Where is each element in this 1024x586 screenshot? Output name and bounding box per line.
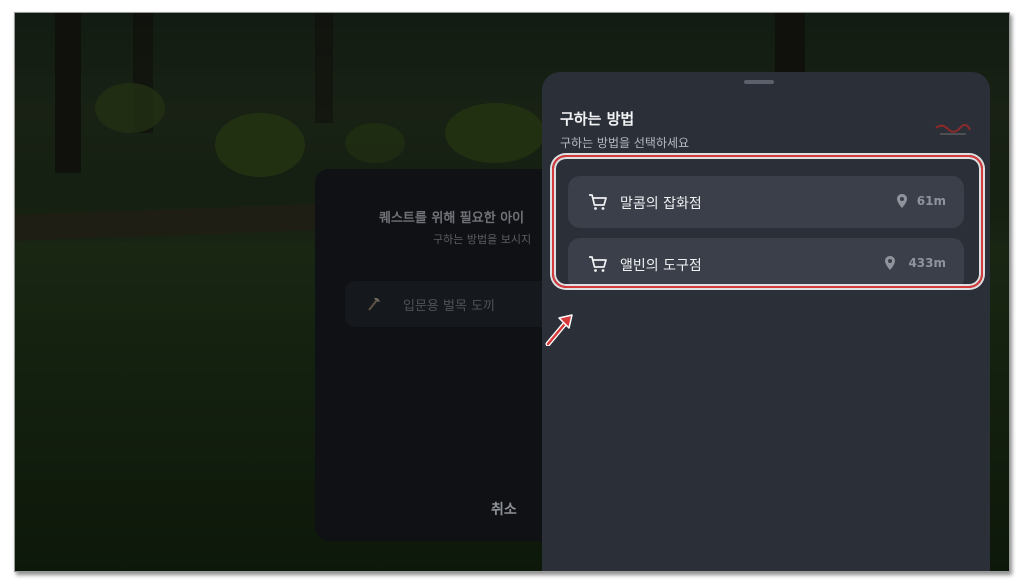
required-item-label: 입문용 벌목 도끼 [403,299,495,314]
cancel-button[interactable]: 취소 [491,499,517,519]
sheet-title: 구하는 방법 [560,110,635,128]
sheet-subtitle: 구하는 방법을 선택하세요 [560,136,690,150]
acquire-method-sheet: 구하는 방법 구하는 방법을 선택하세요 말콤의 잡화점 61m 앨빈의 도구점… [542,72,990,571]
watermark-logo [935,124,971,135]
axe-icon [368,297,380,311]
screenshot-frame: 퀘스트를 위해 필요한 아이 구하는 방법을 보시지 입문용 벌목 도끼 취소 … [14,12,1010,572]
drag-handle[interactable] [744,80,774,84]
annotation-highlight-box [552,155,983,288]
annotation-arrow-icon [545,314,573,346]
quest-requirement-dialog: 퀘스트를 위해 필요한 아이 구하는 방법을 보시지 입문용 벌목 도끼 취소 [315,169,605,541]
